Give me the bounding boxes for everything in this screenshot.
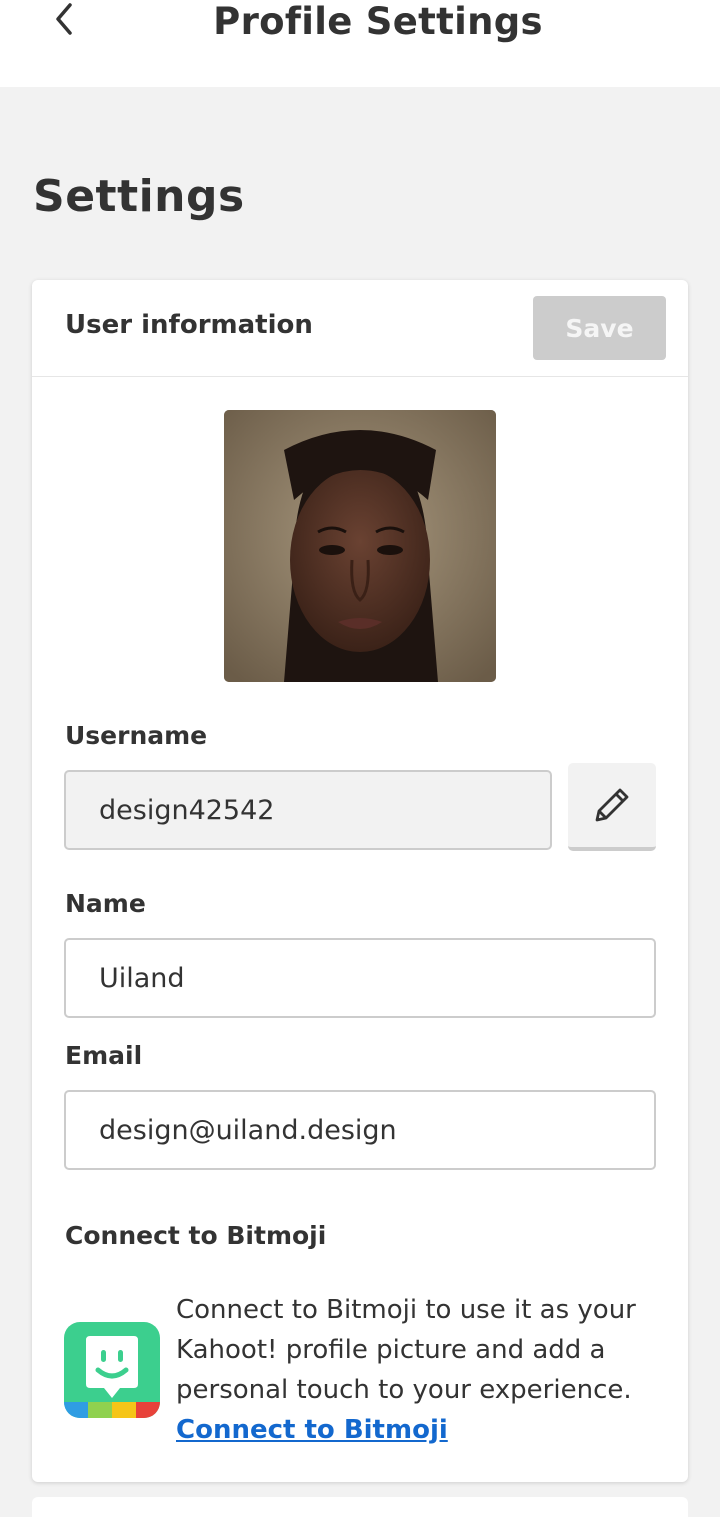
bitmoji-description: Connect to Bitmoji to use it as your Kah… [176,1290,666,1450]
next-card-edge [32,1497,688,1517]
user-information-card: User information Save Username design425… [32,280,688,1482]
pencil-icon [595,788,629,822]
bitmoji-logo-icon [64,1322,160,1418]
profile-avatar[interactable] [224,410,496,682]
user-information-title: User information [65,310,313,340]
name-input[interactable]: Uiland [64,938,656,1018]
username-field: design42542 [64,770,552,850]
bitmoji-description-text: Connect to Bitmoji to use it as your Kah… [176,1295,636,1405]
top-bar: Profile Settings [0,0,720,87]
edit-username-button[interactable] [568,763,656,851]
card-header: User information Save [32,280,688,377]
page-title: Profile Settings [213,0,543,43]
save-button[interactable]: Save [533,296,666,360]
username-label: Username [65,721,208,750]
settings-heading: Settings [33,171,245,222]
avatar-image [224,410,496,682]
settings-page: Settings User information Save Username … [0,87,720,1517]
bitmoji-heading: Connect to Bitmoji [65,1221,327,1250]
connect-bitmoji-link[interactable]: Connect to Bitmoji [176,1415,448,1445]
email-input[interactable]: design@uiland.design [64,1090,656,1170]
name-label: Name [65,889,146,918]
email-label: Email [65,1041,143,1070]
